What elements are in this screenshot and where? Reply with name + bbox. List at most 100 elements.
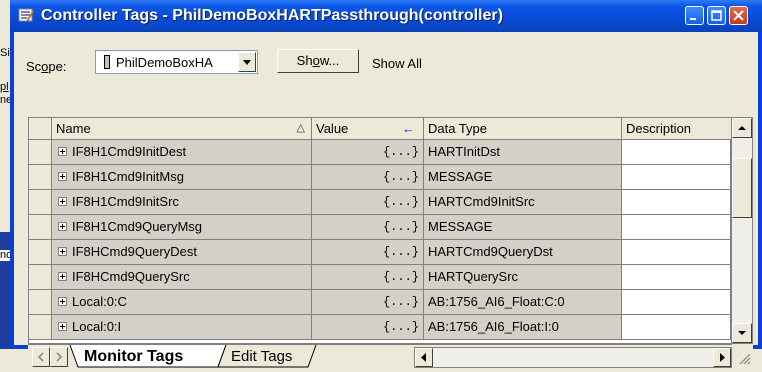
tag-data-type: HARTCmd9InitSrc <box>428 194 535 209</box>
tab-scroll-left-button[interactable] <box>32 347 50 367</box>
row-header[interactable] <box>29 315 52 340</box>
table-row[interactable]: Local:0:I {...} AB:1756_AI6_Float:I:0 <box>29 315 731 340</box>
scope-dropdown[interactable]: PhilDemoBoxHA <box>95 50 258 74</box>
window-client-area: Scope: PhilDemoBoxHA Show... Show All Na… <box>14 32 758 369</box>
column-header-description[interactable]: Description <box>622 118 731 140</box>
table-row[interactable]: IF8H1Cmd9QueryMsg {...} MESSAGE <box>29 215 731 240</box>
scroll-down-button[interactable] <box>732 323 752 343</box>
row-header[interactable] <box>29 240 52 265</box>
tag-data-type: MESSAGE <box>428 169 493 184</box>
tag-value: {...} <box>382 220 419 234</box>
maximize-button[interactable] <box>707 6 726 25</box>
tag-value-cell[interactable]: {...} <box>312 240 424 265</box>
tab-scroll-right-button[interactable] <box>50 347 68 367</box>
tag-name-cell[interactable]: IF8H1Cmd9InitMsg <box>52 165 312 190</box>
tag-value-cell[interactable]: {...} <box>312 190 424 215</box>
tag-data-type-cell[interactable]: HARTCmd9InitSrc <box>424 190 622 215</box>
tag-name-cell[interactable]: Local:0:I <box>52 315 312 340</box>
scrollbar-thumb[interactable] <box>732 158 752 218</box>
tag-data-type-cell[interactable]: HARTQuerySrc <box>424 265 622 290</box>
tag-value-cell[interactable]: {...} <box>312 140 424 165</box>
show-filter-button[interactable]: Show... <box>277 49 359 73</box>
tag-description-cell[interactable] <box>622 265 731 290</box>
expand-plus-icon[interactable] <box>58 322 67 331</box>
controller-device-icon <box>104 55 110 69</box>
table-row[interactable]: Local:0:C {...} AB:1756_AI6_Float:C:0 <box>29 290 731 315</box>
tag-value-cell[interactable]: {...} <box>312 290 424 315</box>
scroll-left-button[interactable] <box>415 348 433 367</box>
tag-data-type-cell[interactable]: AB:1756_AI6_Float:I:0 <box>424 315 622 340</box>
window-title: Controller Tags - PhilDemoBoxHARTPassthr… <box>41 7 503 24</box>
tag-data-type-cell[interactable]: HARTCmd9QueryDst <box>424 240 622 265</box>
table-row[interactable]: IF8H1Cmd9InitDest {...} HARTInitDst <box>29 140 731 165</box>
column-header-data-type[interactable]: Data Type <box>424 118 622 140</box>
tag-description-cell[interactable] <box>622 190 731 215</box>
title-bar[interactable]: Controller Tags - PhilDemoBoxHARTPassthr… <box>10 0 762 32</box>
table-row[interactable]: IF8HCmd9QueryDest {...} HARTCmd9QueryDst <box>29 240 731 265</box>
show-filter-text: Show All <box>372 56 422 71</box>
tag-name-cell[interactable]: IF8H1Cmd9QueryMsg <box>52 215 312 240</box>
arrow-left-icon: ← <box>402 121 415 136</box>
tag-name: IF8HCmd9QuerySrc <box>72 269 190 284</box>
tag-value: {...} <box>382 145 419 159</box>
expand-plus-icon[interactable] <box>58 247 67 256</box>
expand-plus-icon[interactable] <box>58 172 67 181</box>
tag-name-cell[interactable]: IF8H1Cmd9InitDest <box>52 140 312 165</box>
tag-name: Local:0:C <box>72 294 127 309</box>
row-header[interactable] <box>29 165 52 190</box>
tag-description-cell[interactable] <box>622 240 731 265</box>
row-header[interactable] <box>29 265 52 290</box>
tag-name-cell[interactable]: Local:0:C <box>52 290 312 315</box>
sort-ascending-icon: △ <box>296 122 305 134</box>
tag-name-cell[interactable]: IF8H1Cmd9InitSrc <box>52 190 312 215</box>
tag-value-cell[interactable]: {...} <box>312 265 424 290</box>
chevron-down-icon[interactable] <box>238 52 256 72</box>
expand-plus-icon[interactable] <box>58 222 67 231</box>
table-row[interactable]: IF8H1Cmd9InitMsg {...} MESSAGE <box>29 165 731 190</box>
expand-plus-icon[interactable] <box>58 197 67 206</box>
resize-grip-icon[interactable] <box>732 344 753 369</box>
close-button[interactable] <box>729 6 748 25</box>
tag-name-cell[interactable]: IF8HCmd9QuerySrc <box>52 265 312 290</box>
row-header[interactable] <box>29 290 52 315</box>
tag-data-type-cell[interactable]: MESSAGE <box>424 165 622 190</box>
minimize-button[interactable] <box>685 6 704 25</box>
expand-plus-icon[interactable] <box>58 147 67 156</box>
tag-value-cell[interactable]: {...} <box>312 215 424 240</box>
tags-grid: Name △ Value ← Data Type Description IF8… <box>28 117 732 344</box>
tag-description-cell[interactable] <box>622 165 731 190</box>
tag-description-cell[interactable] <box>622 140 731 165</box>
tag-name: IF8HCmd9QueryDest <box>72 244 197 259</box>
column-header-value[interactable]: Value ← <box>312 118 424 140</box>
tag-data-type-cell[interactable]: HARTInitDst <box>424 140 622 165</box>
table-row[interactable]: IF8H1Cmd9InitSrc {...} HARTCmd9InitSrc <box>29 190 731 215</box>
row-header[interactable] <box>29 190 52 215</box>
tag-description-cell[interactable] <box>622 290 731 315</box>
tab-monitor-tags[interactable]: Monitor Tags <box>84 346 183 368</box>
scroll-up-button[interactable] <box>732 118 752 138</box>
tag-value: {...} <box>382 295 419 309</box>
tag-value-cell[interactable]: {...} <box>312 165 424 190</box>
tag-description-cell[interactable] <box>622 215 731 240</box>
vertical-scrollbar[interactable] <box>732 117 753 344</box>
tag-name: IF8H1Cmd9QueryMsg <box>72 219 203 234</box>
table-row[interactable]: IF8HCmd9QuerySrc {...} HARTQuerySrc <box>29 265 731 290</box>
column-header-name[interactable]: Name △ <box>52 118 312 140</box>
tag-name-cell[interactable]: IF8HCmd9QueryDest <box>52 240 312 265</box>
tag-data-type-cell[interactable]: MESSAGE <box>424 215 622 240</box>
expand-plus-icon[interactable] <box>58 297 67 306</box>
row-header[interactable] <box>29 215 52 240</box>
tag-name: IF8H1Cmd9InitMsg <box>72 169 184 184</box>
expand-plus-icon[interactable] <box>58 272 67 281</box>
tag-data-type-cell[interactable]: AB:1756_AI6_Float:C:0 <box>424 290 622 315</box>
horizontal-scrollbar[interactable] <box>414 347 732 368</box>
tag-description-cell[interactable] <box>622 315 731 340</box>
scope-label: Scope: <box>26 59 67 74</box>
tag-data-type: MESSAGE <box>428 219 493 234</box>
scope-value: PhilDemoBoxHA <box>116 55 213 70</box>
row-header[interactable] <box>29 140 52 165</box>
scroll-right-button[interactable] <box>713 348 731 367</box>
tab-edit-tags[interactable]: Edit Tags <box>231 346 292 368</box>
tag-value-cell[interactable]: {...} <box>312 315 424 340</box>
tag-data-type: HARTQuerySrc <box>428 269 519 284</box>
